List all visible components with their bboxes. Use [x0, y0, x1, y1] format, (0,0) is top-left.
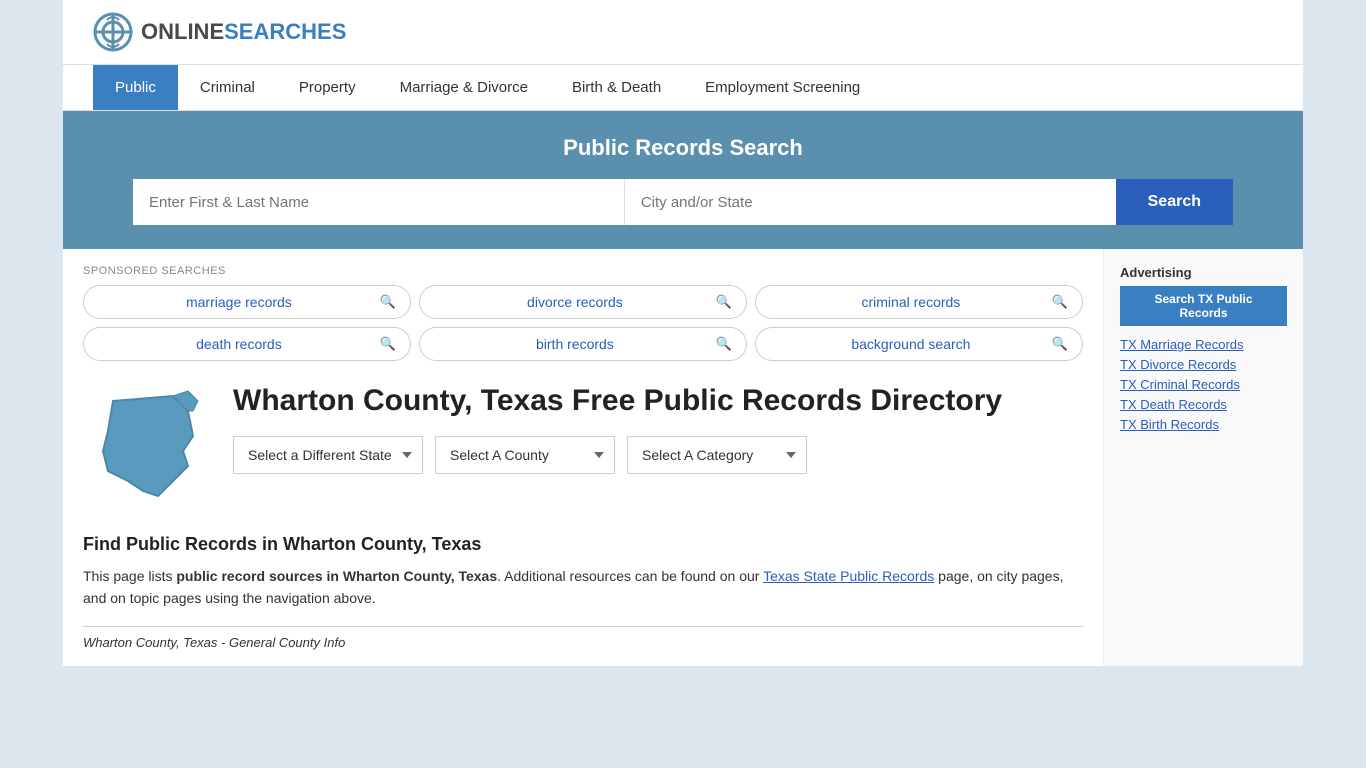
- sponsored-background-link[interactable]: background search: [770, 336, 1052, 352]
- general-info-bar: Wharton County, Texas - General County I…: [83, 626, 1083, 650]
- sponsored-death-link[interactable]: death records: [98, 336, 380, 352]
- search-banner: Public Records Search Search: [63, 111, 1303, 249]
- search-icon-1: 🔍: [380, 294, 396, 310]
- sponsored-grid: marriage records 🔍 divorce records 🔍 cri…: [83, 285, 1083, 361]
- sponsored-label: SPONSORED SEARCHES: [83, 265, 1083, 277]
- site-logo[interactable]: ONLINESEARCHES: [93, 12, 346, 52]
- find-records: Find Public Records in Wharton County, T…: [83, 534, 1083, 610]
- nav-item-marriage-divorce[interactable]: Marriage & Divorce: [378, 65, 550, 110]
- find-records-paragraph: This page lists public record sources in…: [83, 565, 1083, 610]
- county-title: Wharton County, Texas Free Public Record…: [233, 381, 1002, 420]
- texas-map-icon: [83, 381, 213, 514]
- sponsored-criminal-link[interactable]: criminal records: [770, 294, 1052, 310]
- sponsored-divorce[interactable]: divorce records 🔍: [419, 285, 747, 319]
- search-icon-4: 🔍: [380, 336, 396, 352]
- nav-item-public[interactable]: Public: [93, 65, 178, 110]
- sidebar-link-criminal[interactable]: TX Criminal Records: [1120, 376, 1287, 392]
- dropdown-row: Select a Different State Select A County…: [233, 436, 1002, 474]
- find-records-heading: Find Public Records in Wharton County, T…: [83, 534, 1083, 555]
- category-dropdown[interactable]: Select A Category: [627, 436, 807, 474]
- main-nav: Public Criminal Property Marriage & Divo…: [63, 65, 1303, 111]
- logo-text: ONLINESEARCHES: [141, 19, 346, 45]
- county-header: Wharton County, Texas Free Public Record…: [83, 381, 1083, 514]
- search-banner-title: Public Records Search: [93, 135, 1273, 161]
- content-area: SPONSORED SEARCHES marriage records 🔍 di…: [63, 249, 1103, 666]
- texas-state-link[interactable]: Texas State Public Records: [763, 568, 934, 584]
- sponsored-birth[interactable]: birth records 🔍: [419, 327, 747, 361]
- nav-item-property[interactable]: Property: [277, 65, 378, 110]
- sponsored-birth-link[interactable]: birth records: [434, 336, 716, 352]
- county-dropdown[interactable]: Select A County: [435, 436, 615, 474]
- sponsored-background[interactable]: background search 🔍: [755, 327, 1083, 361]
- name-input[interactable]: [133, 179, 625, 225]
- search-button[interactable]: Search: [1116, 179, 1233, 225]
- sidebar-link-birth[interactable]: TX Birth Records: [1120, 416, 1287, 432]
- sponsored-divorce-link[interactable]: divorce records: [434, 294, 716, 310]
- nav-item-criminal[interactable]: Criminal: [178, 65, 277, 110]
- sidebar: Advertising Search TX Public Records TX …: [1103, 249, 1303, 666]
- search-form: Search: [133, 179, 1233, 225]
- sidebar-link-death[interactable]: TX Death Records: [1120, 396, 1287, 412]
- state-dropdown[interactable]: Select a Different State: [233, 436, 423, 474]
- location-input[interactable]: [625, 179, 1116, 225]
- sidebar-link-divorce[interactable]: TX Divorce Records: [1120, 356, 1287, 372]
- search-icon-2: 🔍: [716, 294, 732, 310]
- nav-item-birth-death[interactable]: Birth & Death: [550, 65, 683, 110]
- logo-icon: [93, 12, 133, 52]
- sidebar-ad-button[interactable]: Search TX Public Records: [1120, 286, 1287, 326]
- sponsored-death[interactable]: death records 🔍: [83, 327, 411, 361]
- sidebar-links: TX Marriage Records TX Divorce Records T…: [1120, 336, 1287, 432]
- sidebar-ad-label: Advertising: [1120, 265, 1287, 280]
- sidebar-link-marriage[interactable]: TX Marriage Records: [1120, 336, 1287, 352]
- search-icon-6: 🔍: [1052, 336, 1068, 352]
- sponsored-marriage-link[interactable]: marriage records: [98, 294, 380, 310]
- nav-item-employment[interactable]: Employment Screening: [683, 65, 882, 110]
- sponsored-marriage[interactable]: marriage records 🔍: [83, 285, 411, 319]
- search-icon-3: 🔍: [1052, 294, 1068, 310]
- search-icon-5: 🔍: [716, 336, 732, 352]
- sponsored-criminal[interactable]: criminal records 🔍: [755, 285, 1083, 319]
